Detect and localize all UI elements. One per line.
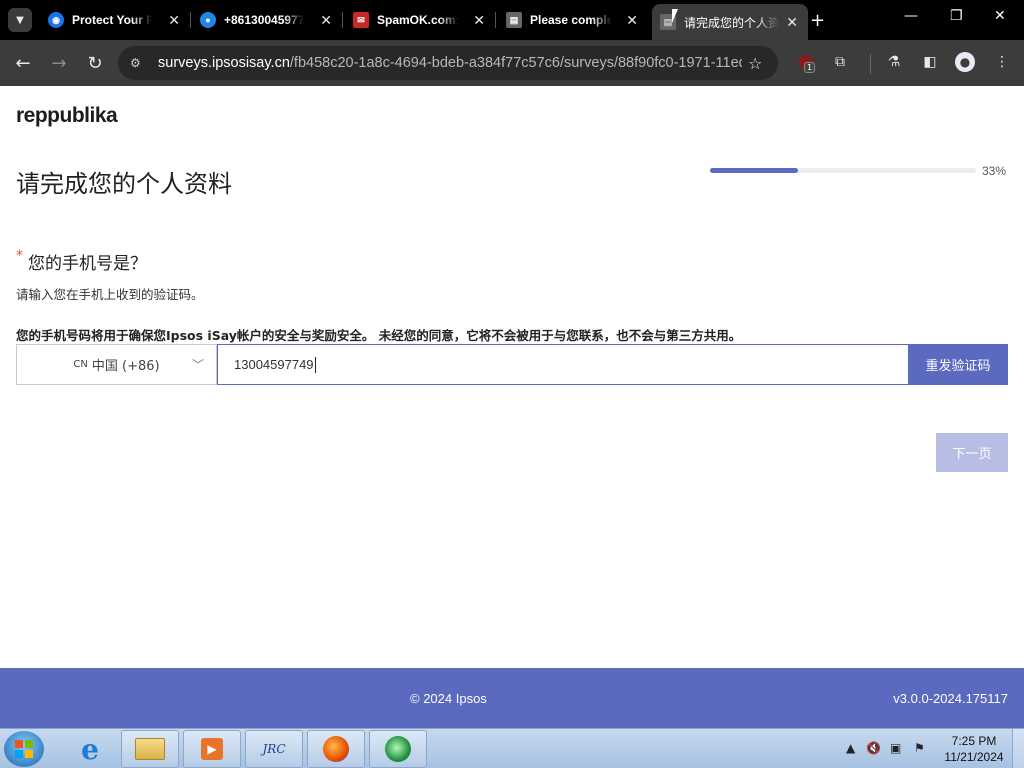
- new-tab-plus-icon[interactable]: +: [810, 10, 825, 31]
- clock-time: 7:25 PM: [951, 734, 997, 748]
- show-hidden-icons-arrow-icon[interactable]: ▲: [846, 741, 855, 755]
- survey-page: reppublika 请完成您的个人资料 33% * 您的手机号是？ 请输入您在…: [0, 86, 1024, 668]
- jrc-app-icon[interactable]: JRC: [245, 730, 303, 768]
- text-caret: [314, 356, 316, 373]
- country-code-select[interactable]: CN 中国 (+86) ﹀: [16, 344, 217, 385]
- clock-date: 11/21/2024: [944, 750, 1004, 764]
- bookmark-star-icon[interactable]: ☆: [748, 54, 762, 73]
- globe-favicon-icon: ◉: [48, 12, 64, 28]
- profile-avatar-icon[interactable]: ●: [955, 52, 975, 72]
- tab-title: +8613004597749: [224, 13, 304, 27]
- tab-separator: [495, 12, 496, 28]
- privacy-note: 您的手机号码将用于确保您Ipsos iSay帐户的安全与奖励安全。 未经您的同意…: [16, 328, 742, 343]
- url-path: /fb458c20-1a8c-4694-bdeb-a384f77c57c6/su…: [289, 55, 742, 71]
- action-center-flag-icon[interactable]: ⚑: [914, 741, 925, 755]
- progress-bar: [710, 168, 976, 173]
- tab-separator: [190, 12, 191, 28]
- restore-icon[interactable]: ❐: [950, 8, 963, 24]
- windows-taskbar: e ▶ JRC ▲ 🔇 ▣ ⚑ 7:25 PM 11/21/2024: [0, 728, 1024, 768]
- system-clock[interactable]: 7:25 PM 11/21/2024: [938, 733, 1010, 765]
- required-asterisk: *: [16, 248, 23, 264]
- close-window-icon[interactable]: ✕: [994, 8, 1006, 24]
- tab-protect-your[interactable]: ◉ Protect Your Pr ✕: [40, 6, 191, 34]
- chevron-down-icon: ▼: [16, 14, 24, 26]
- extension-ublock-icon[interactable]: 1: [796, 52, 816, 73]
- tab-title: Please complete: [530, 13, 612, 27]
- chevron-down-icon: ﹀: [191, 358, 204, 372]
- tab-search-button[interactable]: ▼: [8, 8, 32, 32]
- phone-number-input[interactable]: 13004597749: [217, 344, 909, 385]
- url-host: surveys.ipsosisay.cn: [158, 55, 290, 71]
- forward-arrow-icon[interactable]: →: [46, 50, 72, 76]
- page-title: 请完成您的个人资料: [16, 170, 232, 198]
- network-icon[interactable]: ▣: [890, 741, 901, 755]
- country-code: CN: [73, 359, 88, 370]
- menu-kebab-icon[interactable]: ⋮: [992, 52, 1012, 72]
- progress-bar-fill: [710, 168, 798, 173]
- tab-phone-number[interactable]: ● +8613004597749 ✕: [192, 6, 343, 34]
- back-arrow-icon[interactable]: ←: [10, 50, 36, 76]
- tab-title: 请完成您的个人资料: [684, 15, 780, 30]
- question-label: 您的手机号是？: [28, 254, 147, 274]
- file-explorer-icon[interactable]: [121, 730, 179, 768]
- tab-spamok[interactable]: ✉ SpamOK.com: ✕: [345, 6, 496, 34]
- site-info-icon[interactable]: ⚙: [130, 56, 146, 70]
- phone-number-value: 13004597749: [234, 357, 314, 372]
- show-desktop-button[interactable]: [1012, 729, 1024, 768]
- next-page-button[interactable]: 下一页: [936, 433, 1008, 472]
- labs-flask-icon[interactable]: ⚗: [884, 52, 904, 72]
- address-bar[interactable]: ⚙ surveys.ipsosisay.cn/fb458c20-1a8c-469…: [118, 46, 778, 80]
- extension-badge: 1: [804, 62, 816, 73]
- country-select-value: 中国 (+86): [91, 359, 160, 374]
- minimize-icon[interactable]: —: [904, 8, 918, 24]
- page-footer: © 2024 Ipsos v3.0.0-2024.175117: [0, 668, 1024, 728]
- document-favicon-icon: ▤: [506, 12, 522, 28]
- tab-title: SpamOK.com:: [377, 13, 459, 27]
- close-tab-icon[interactable]: ✕: [320, 12, 332, 29]
- progress-percent: 33%: [982, 164, 1007, 178]
- tab-separator: [342, 12, 343, 28]
- site-favicon-icon: ●: [200, 12, 216, 28]
- close-tab-icon[interactable]: ✕: [626, 12, 638, 29]
- firefox-icon[interactable]: [307, 730, 365, 768]
- windows-logo-icon: [15, 740, 33, 758]
- extensions-puzzle-icon[interactable]: ⧉: [830, 52, 850, 72]
- reload-icon[interactable]: ↻: [82, 50, 108, 76]
- footer-version: v3.0.0-2024.175117: [893, 691, 1008, 706]
- mail-favicon-icon: ✉: [353, 12, 369, 28]
- url-text[interactable]: surveys.ipsosisay.cn/fb458c20-1a8c-4694-…: [158, 55, 742, 71]
- side-panel-icon[interactable]: ◧: [920, 52, 940, 72]
- reppublika-logo: reppublika: [16, 104, 118, 127]
- resend-code-button[interactable]: 重发验证码: [908, 344, 1008, 385]
- volume-muted-icon[interactable]: 🔇: [866, 741, 881, 755]
- close-tab-icon[interactable]: ✕: [168, 12, 180, 29]
- mouse-cursor-icon: [672, 9, 678, 23]
- close-tab-icon[interactable]: ✕: [786, 14, 798, 31]
- tab-please-complete[interactable]: ▤ Please complete ✕: [498, 6, 648, 34]
- toolbar-separator: [870, 54, 871, 74]
- close-tab-icon[interactable]: ✕: [473, 12, 485, 29]
- question-hint: 请输入您在手机上收到的验证码。: [16, 287, 204, 302]
- chrome-like-browser-icon[interactable]: [369, 730, 427, 768]
- media-player-icon[interactable]: ▶: [183, 730, 241, 768]
- footer-copyright: © 2024 Ipsos: [410, 691, 487, 706]
- internet-explorer-icon[interactable]: e: [72, 733, 108, 766]
- tab-title: Protect Your Pr: [72, 13, 152, 27]
- browser-tab-strip: ▼ ◉ Protect Your Pr ✕ ● +8613004597749 ✕…: [0, 0, 1024, 40]
- start-button[interactable]: [4, 731, 44, 767]
